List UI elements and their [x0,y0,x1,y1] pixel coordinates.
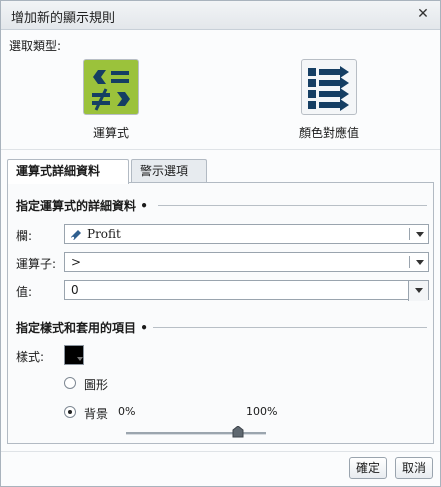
radio-graphic-label: 圖形 [84,378,109,392]
style-color-swatch[interactable] [64,345,84,365]
value-text: 0 [71,283,79,297]
chevron-down-icon [416,232,424,237]
operator-value: > [71,255,82,269]
select-type-label: 選取類型: [9,39,62,53]
transparency-slider-track[interactable] [126,432,266,435]
transparency-max-label: 100% [246,405,278,418]
column-label: 欄: [16,229,33,243]
radio-background[interactable] [64,406,76,418]
transparency-slider-thumb[interactable] [232,426,244,438]
heading-rule [158,205,427,206]
close-icon[interactable]: ✕ [414,5,432,23]
divider [1,149,440,150]
chevron-down-icon [77,357,83,361]
ok-button[interactable]: 確定 [349,457,387,479]
column-value: Profit [87,227,121,241]
title-bar: 增加新的顯示規則 ✕ [1,1,440,30]
tab-alert-options[interactable]: 警示選項 [131,159,207,182]
dialog-title: 增加新的顯示規則 [11,11,116,26]
type-option-expression[interactable]: 運算式 [61,59,161,141]
type-option-color-mapped[interactable]: 顏色對應值 [279,59,379,141]
style-label: 樣式: [16,350,45,364]
not-equal-operator-icon [83,59,139,115]
value-dropdown-button[interactable] [408,281,428,301]
tab-expression-details[interactable]: 運算式詳細資料 [7,159,129,184]
tab-panel: 指定運算式的詳細資料 • 欄: Profit 運算子: > 值: 0 指定樣式和… [7,182,434,444]
column-field-icon [69,228,83,242]
radio-graphic[interactable] [64,377,76,389]
cancel-button[interactable]: 取消 [395,457,433,479]
value-input[interactable]: 0 [64,280,429,301]
combo-divider [409,256,410,268]
list-arrows-icon [301,59,357,115]
style-heading: 指定樣式和套用的項目 • [16,321,148,335]
chevron-down-icon [415,288,423,293]
type-option-label: 顏色對應值 [298,126,359,140]
expression-details-heading: 指定運算式的詳細資料 • [16,199,148,213]
column-select[interactable]: Profit [64,224,429,244]
type-option-label: 運算式 [92,126,129,140]
value-label: 值: [16,285,33,299]
combo-divider [409,228,410,240]
radio-background-label: 背景 [84,407,109,421]
transparency-min-label: 0% [118,405,136,418]
divider [1,451,440,452]
operator-label: 運算子: [16,257,57,271]
operator-select[interactable]: > [64,252,429,272]
radio-selected-dot [68,410,72,414]
chevron-down-icon [416,260,424,265]
add-display-rule-dialog: 增加新的顯示規則 ✕ 選取類型: 運算式 顏色對應值 運算式詳細資料 警示選項 … [0,0,441,487]
heading-rule [153,327,427,328]
